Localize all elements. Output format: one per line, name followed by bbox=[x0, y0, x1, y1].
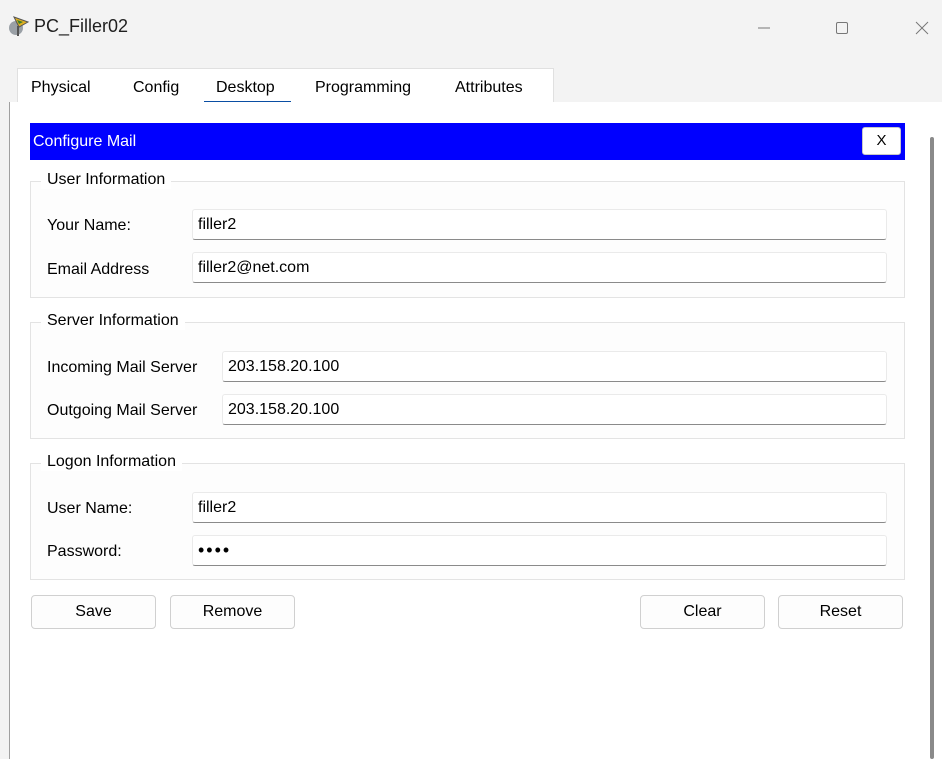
tab-config[interactable]: Config bbox=[133, 79, 179, 97]
configure-mail-title: Configure Mail bbox=[33, 133, 137, 150]
email-address-input[interactable] bbox=[192, 252, 887, 283]
clear-button[interactable]: Clear bbox=[640, 595, 765, 629]
incoming-mail-server-input[interactable] bbox=[222, 351, 887, 382]
user-name-input[interactable] bbox=[192, 492, 887, 523]
pc-app-icon bbox=[9, 16, 30, 36]
tab-attributes[interactable]: Attributes bbox=[455, 79, 523, 97]
user-information-group: User Information Your Name: Email Addres… bbox=[30, 171, 905, 298]
maximize-icon bbox=[836, 22, 848, 34]
scrollbar[interactable] bbox=[930, 137, 934, 759]
window-title: PC_Filler02 bbox=[34, 16, 129, 36]
server-information-legend: Server Information bbox=[41, 312, 185, 330]
logon-information-legend: Logon Information bbox=[41, 453, 182, 471]
close-icon bbox=[915, 21, 929, 35]
close-window-button[interactable] bbox=[902, 10, 942, 46]
email-address-label: Email Address bbox=[47, 261, 150, 278]
window-titlebar: PC_Filler02 bbox=[0, 0, 942, 58]
user-information-legend: User Information bbox=[41, 171, 172, 189]
minimize-button[interactable] bbox=[744, 10, 784, 46]
reset-button[interactable]: Reset bbox=[778, 595, 903, 629]
save-button[interactable]: Save bbox=[31, 595, 156, 629]
maximize-button[interactable] bbox=[822, 10, 862, 46]
outgoing-mail-server-input[interactable] bbox=[222, 394, 887, 425]
tab-bar: Physical Config Desktop Programming Attr… bbox=[17, 68, 554, 104]
user-name-label: User Name: bbox=[47, 500, 133, 517]
tab-programming[interactable]: Programming bbox=[315, 79, 411, 97]
configure-mail-header: Configure Mail X bbox=[30, 123, 905, 160]
server-information-group: Server Information Incoming Mail Server … bbox=[30, 312, 905, 439]
outgoing-mail-server-label: Outgoing Mail Server bbox=[47, 402, 198, 419]
tab-physical[interactable]: Physical bbox=[31, 79, 91, 97]
remove-button[interactable]: Remove bbox=[170, 595, 295, 629]
password-label: Password: bbox=[47, 543, 122, 560]
password-input[interactable] bbox=[192, 535, 887, 566]
minimize-icon bbox=[758, 27, 770, 29]
your-name-input[interactable] bbox=[192, 209, 887, 240]
your-name-label: Your Name: bbox=[47, 217, 131, 234]
close-mail-button[interactable]: X bbox=[862, 127, 901, 155]
logon-information-group: Logon Information User Name: Password: bbox=[30, 453, 905, 580]
incoming-mail-server-label: Incoming Mail Server bbox=[47, 359, 198, 376]
tab-desktop[interactable]: Desktop bbox=[204, 79, 291, 104]
